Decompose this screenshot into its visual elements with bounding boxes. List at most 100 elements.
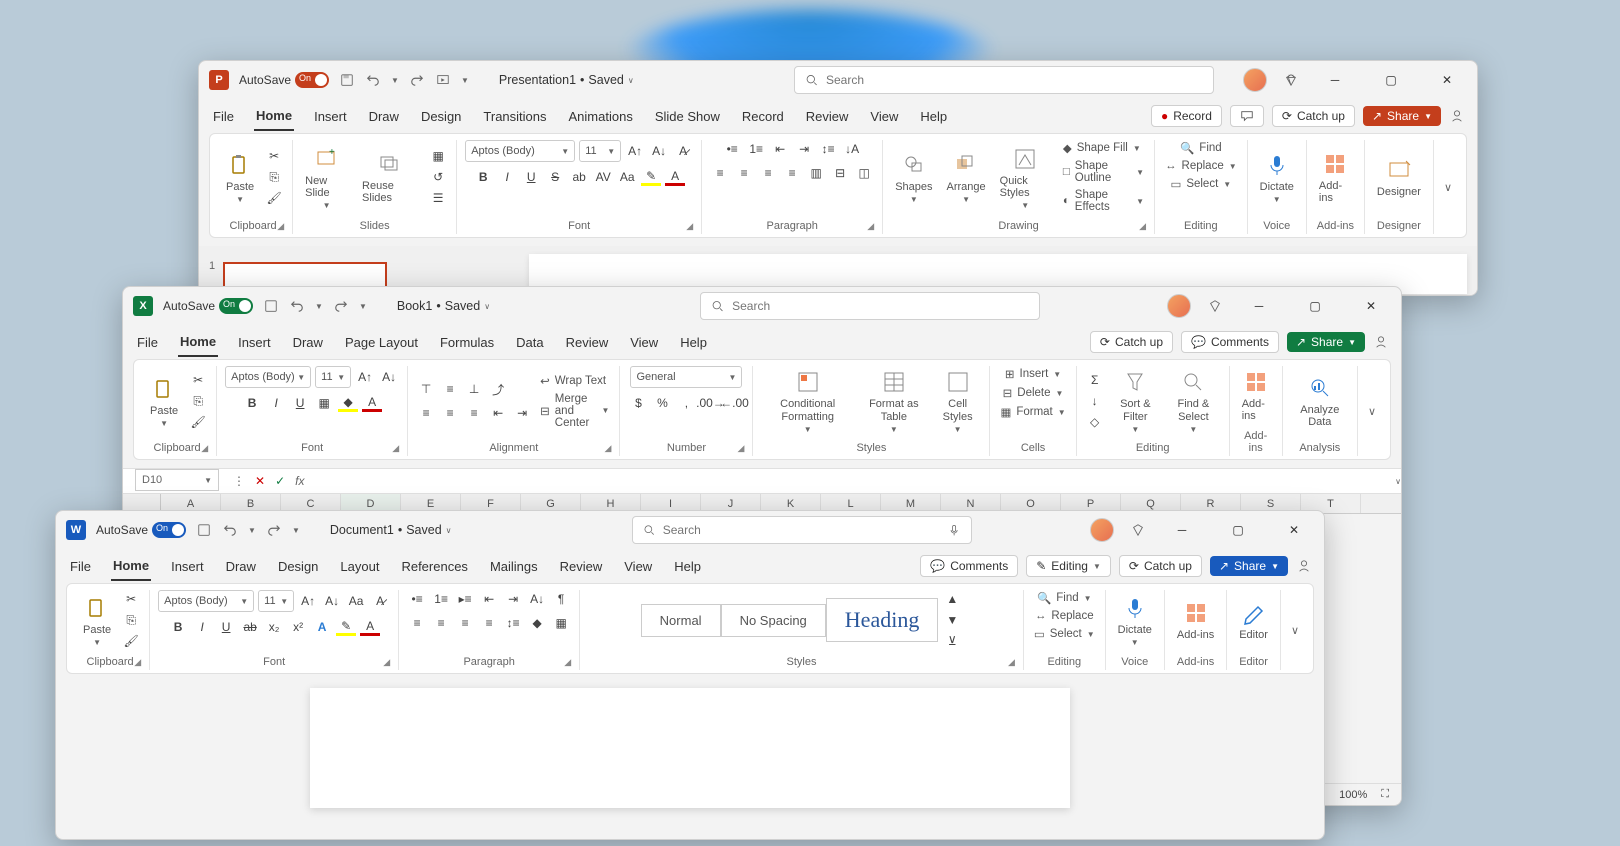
dialog-launcher[interactable]: ◢ bbox=[564, 657, 571, 668]
smartart-button[interactable]: ◫ bbox=[854, 164, 874, 182]
tab-help[interactable]: Help bbox=[672, 553, 703, 580]
align-right-button[interactable]: ≡ bbox=[758, 164, 778, 182]
fx-icon[interactable]: fx bbox=[295, 474, 304, 488]
tab-view[interactable]: View bbox=[868, 103, 900, 130]
addins-button[interactable]: Add-ins bbox=[1173, 597, 1218, 643]
clear-formatting-icon[interactable]: A̷ bbox=[673, 142, 693, 160]
dialog-launcher[interactable]: ◢ bbox=[867, 221, 874, 232]
columns-button[interactable]: ▥ bbox=[806, 164, 826, 182]
formula-expand[interactable]: ∨ bbox=[1395, 477, 1401, 486]
increase-indent-button[interactable]: ⇥ bbox=[794, 140, 814, 158]
persona-icon[interactable] bbox=[1296, 558, 1312, 574]
font-color-button[interactable]: A bbox=[362, 394, 382, 412]
tab-design[interactable]: Design bbox=[276, 553, 320, 580]
italic-button[interactable]: I bbox=[266, 394, 286, 412]
quick-styles-button[interactable]: Quick Styles▼ bbox=[996, 143, 1055, 212]
collapse-ribbon[interactable]: ∨ bbox=[1434, 181, 1462, 194]
align-bottom-button[interactable]: ⊥ bbox=[464, 380, 484, 398]
layout-icon[interactable]: ▦ bbox=[428, 147, 448, 165]
qat-customize[interactable]: ▼ bbox=[292, 526, 300, 535]
record-button[interactable]: ●Record bbox=[1151, 105, 1222, 127]
qat-customize[interactable]: ▼ bbox=[359, 302, 367, 311]
tab-insert[interactable]: Insert bbox=[312, 103, 349, 130]
tab-mailings[interactable]: Mailings bbox=[488, 553, 540, 580]
borders-button[interactable]: ▦ bbox=[314, 394, 334, 412]
section-icon[interactable]: ☰ bbox=[428, 189, 448, 207]
fill-color-button[interactable]: ◆ bbox=[338, 394, 358, 412]
tab-animations[interactable]: Animations bbox=[567, 103, 635, 130]
font-selector[interactable]: Aptos (Body)▼ bbox=[225, 366, 311, 388]
font-size-selector[interactable]: 11▼ bbox=[258, 590, 294, 612]
increase-indent-button[interactable]: ⇥ bbox=[503, 590, 523, 608]
align-right-button[interactable]: ≡ bbox=[464, 404, 484, 422]
autosave-toggle[interactable]: AutoSave On bbox=[96, 522, 186, 538]
tab-file[interactable]: File bbox=[135, 329, 160, 356]
font-color-button[interactable]: A bbox=[665, 168, 685, 186]
user-avatar[interactable] bbox=[1090, 518, 1114, 542]
redo-icon[interactable] bbox=[266, 522, 282, 538]
copy-icon[interactable]: ⎘ bbox=[188, 392, 208, 410]
line-spacing-button[interactable]: ↕≡ bbox=[503, 614, 523, 632]
search-input[interactable] bbox=[826, 73, 1203, 87]
dialog-launcher[interactable]: ◢ bbox=[1139, 221, 1146, 232]
currency-button[interactable]: $ bbox=[628, 394, 648, 412]
replace-button[interactable]: ↔ Replace ▼ bbox=[1163, 159, 1239, 173]
underline-button[interactable]: U bbox=[216, 618, 236, 636]
tab-help[interactable]: Help bbox=[678, 329, 709, 356]
tab-home[interactable]: Home bbox=[254, 102, 294, 131]
designer-button[interactable]: Designer bbox=[1373, 154, 1425, 200]
italic-button[interactable]: I bbox=[497, 168, 517, 186]
search-input[interactable] bbox=[663, 523, 941, 537]
select-button[interactable]: ▭ Select ▼ bbox=[1168, 176, 1233, 192]
format-painter-icon[interactable]: 🖌 bbox=[121, 632, 141, 650]
number-format-selector[interactable]: General▼ bbox=[630, 366, 742, 388]
catchup-button[interactable]: ⟳ Catch up bbox=[1272, 105, 1355, 127]
share-button[interactable]: ↗ Share ▼ bbox=[1210, 556, 1288, 576]
italic-button[interactable]: I bbox=[192, 618, 212, 636]
tab-view[interactable]: View bbox=[628, 329, 660, 356]
mic-icon[interactable] bbox=[948, 523, 960, 537]
addins-button[interactable]: Add-ins bbox=[1315, 148, 1356, 206]
minimize-button[interactable]: ─ bbox=[1315, 65, 1355, 95]
find-select-button[interactable]: Find & Select▼ bbox=[1166, 366, 1221, 435]
superscript-button[interactable]: x² bbox=[288, 618, 308, 636]
align-center-button[interactable]: ≡ bbox=[431, 614, 451, 632]
font-color-button[interactable]: A bbox=[360, 618, 380, 636]
align-top-button[interactable]: ⊤ bbox=[416, 380, 436, 398]
diamond-icon[interactable] bbox=[1207, 298, 1223, 314]
tab-review[interactable]: Review bbox=[804, 103, 851, 130]
find-button[interactable]: 🔍 Find ▼ bbox=[1035, 590, 1094, 606]
minimize-button[interactable]: ─ bbox=[1162, 515, 1202, 545]
highlight-button[interactable]: ✎ bbox=[641, 168, 661, 186]
autosave-toggle[interactable]: AutoSave On bbox=[239, 72, 329, 88]
style-nospacing[interactable]: No Spacing bbox=[721, 604, 826, 637]
qat-customize[interactable]: ▼ bbox=[461, 76, 469, 85]
styles-scroll-up[interactable]: ▲ bbox=[942, 590, 962, 608]
strikethrough-button[interactable]: S bbox=[545, 168, 565, 186]
decrease-indent-button[interactable]: ⇤ bbox=[479, 590, 499, 608]
user-avatar[interactable] bbox=[1243, 68, 1267, 92]
tab-home[interactable]: Home bbox=[178, 328, 218, 357]
minimize-button[interactable]: ─ bbox=[1239, 291, 1279, 321]
save-icon[interactable] bbox=[339, 72, 355, 88]
increase-decimal-button[interactable]: .00→ bbox=[700, 394, 720, 412]
cut-icon[interactable]: ✂ bbox=[188, 371, 208, 389]
borders-button[interactable]: ▦ bbox=[551, 614, 571, 632]
undo-icon[interactable] bbox=[222, 522, 238, 538]
fb-dots[interactable]: ⋮ bbox=[233, 474, 245, 488]
tab-draw[interactable]: Draw bbox=[291, 329, 325, 356]
save-icon[interactable] bbox=[263, 298, 279, 314]
delete-cells-button[interactable]: ⊟ Delete ▼ bbox=[1001, 385, 1066, 401]
diamond-icon[interactable] bbox=[1283, 72, 1299, 88]
strikethrough-button[interactable]: ab bbox=[240, 618, 260, 636]
zoom-level[interactable]: 100% bbox=[1339, 789, 1367, 801]
copy-icon[interactable]: ⎘ bbox=[121, 611, 141, 629]
document-title[interactable]: Presentation1•Saved∨ bbox=[499, 73, 634, 87]
shape-fill-button[interactable]: ◆ Shape Fill ▼ bbox=[1061, 140, 1146, 156]
tab-record[interactable]: Record bbox=[740, 103, 786, 130]
font-size-selector[interactable]: 11▼ bbox=[579, 140, 621, 162]
bullets-button[interactable]: •≡ bbox=[407, 590, 427, 608]
underline-button[interactable]: U bbox=[521, 168, 541, 186]
insert-cells-button[interactable]: ⊞ Insert ▼ bbox=[1003, 366, 1063, 382]
dialog-launcher[interactable]: ◢ bbox=[383, 657, 390, 668]
